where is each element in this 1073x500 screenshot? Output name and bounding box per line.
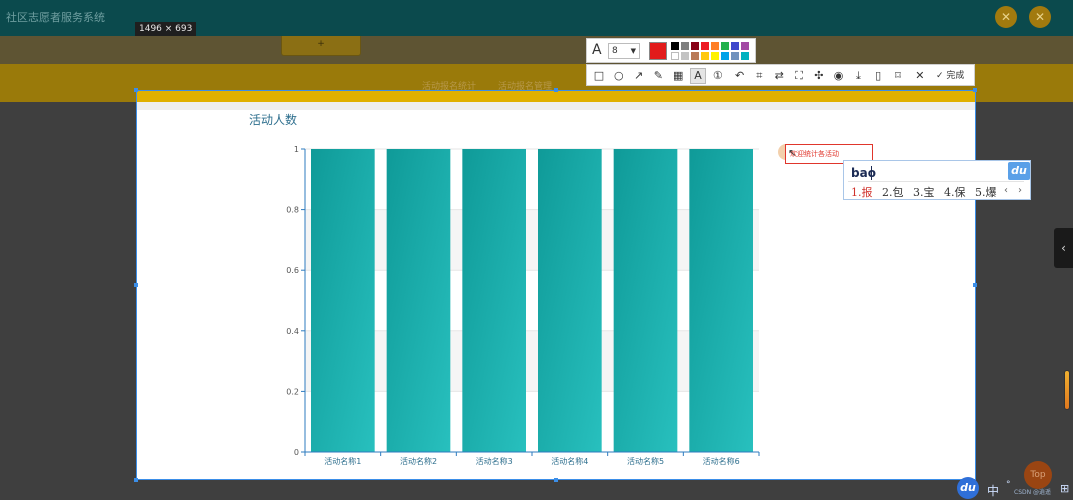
color-swatch[interactable] [741, 52, 749, 60]
y-tick-label: 0.4 [286, 327, 299, 336]
ime-punctuation-icon[interactable]: ° [1006, 480, 1011, 490]
resize-handle-mr[interactable] [973, 283, 977, 287]
ime-candidate-window: bao du 1.报 2.包 3.宝 4.保 5.爆 ‹ › [843, 160, 1031, 200]
add-button[interactable]: + [281, 36, 361, 56]
scroll-indicator[interactable] [1064, 370, 1070, 410]
bar-3 [462, 149, 526, 452]
ime-language-indicator[interactable]: 中 [987, 482, 999, 499]
color-swatch[interactable] [691, 42, 699, 50]
bar-4 [538, 149, 602, 452]
download-icon[interactable]: ⤓ [850, 68, 866, 84]
chevron-down-icon: ▼ [630, 47, 636, 55]
bar-6 [689, 149, 753, 452]
ime-candidate-2[interactable]: 2.包 [882, 186, 904, 199]
x-tick-label: 活动名称6 [703, 456, 740, 466]
app-title: 社区志愿者服务系统 [6, 11, 105, 24]
color-swatch[interactable] [671, 42, 679, 50]
color-swatch[interactable] [741, 42, 749, 50]
color-swatch[interactable] [731, 52, 739, 60]
ime-candidate-5[interactable]: 5.爆 [975, 186, 997, 199]
ime-prev-page-icon[interactable]: ‹ [1004, 185, 1008, 196]
header-close-button-2[interactable]: ✕ [1029, 6, 1051, 28]
mouse-cursor-icon: ↖ [788, 148, 797, 159]
y-tick-label: 0.8 [286, 206, 299, 215]
bar-2 [386, 149, 451, 452]
color-swatch[interactable] [681, 42, 689, 50]
resize-handle-bm[interactable] [554, 478, 558, 482]
undo-icon[interactable]: ↶ [732, 68, 748, 84]
color-swatch[interactable] [701, 52, 709, 60]
pen-tool-icon[interactable]: ✎ [650, 68, 666, 84]
rectangle-tool-icon[interactable]: □ [591, 68, 607, 84]
color-swatch[interactable] [711, 52, 719, 60]
ime-candidate-3[interactable]: 3.宝 [913, 186, 935, 199]
record-icon[interactable]: ◉ [831, 68, 847, 84]
x-tick-label: 活动名称2 [400, 456, 437, 466]
done-button[interactable]: ✓ 完成 [936, 68, 964, 84]
translate-icon[interactable]: ⇄ [771, 68, 787, 84]
ocr-icon[interactable]: ⌗ [751, 68, 767, 84]
baidu-ime-tray-icon[interactable]: du [957, 477, 979, 499]
bookmark-icon[interactable]: ⌑ [890, 68, 906, 84]
x-tick-label: 活动名称5 [627, 456, 664, 466]
number-tool-icon[interactable]: ① [710, 68, 726, 84]
app-toolbar-band: + [0, 36, 1073, 64]
header-close-button-1[interactable]: ✕ [995, 6, 1017, 28]
ime-toolbox-icon[interactable]: ⊞ [1060, 482, 1069, 495]
done-label: 完成 [946, 71, 965, 81]
annotation-toolbar: ✕ ⌑ ▯ ⤓ ◉ ✣ ⛶ ⇄ ⌗ ↶ ① A ▦ ✎ ↗ ○ □ ✓ 完成 [586, 64, 975, 86]
font-size-select[interactable]: 8 ▼ [608, 43, 640, 59]
bar-5 [613, 149, 678, 452]
color-swatch[interactable] [691, 52, 699, 60]
ime-candidate-1[interactable]: 1.报 [851, 186, 873, 199]
ime-input-text: bao [851, 166, 876, 180]
scan-icon[interactable]: ⛶ [791, 68, 807, 84]
color-swatch[interactable] [701, 42, 709, 50]
resize-handle-tl[interactable] [134, 88, 138, 92]
ime-caret [871, 166, 872, 180]
ime-candidate-4[interactable]: 4.保 [944, 186, 966, 199]
text-tool-icon[interactable]: A [690, 68, 706, 84]
font-icon: A [592, 42, 602, 58]
mosaic-tool-icon[interactable]: ▦ [670, 68, 686, 84]
color-swatch[interactable] [671, 52, 679, 60]
y-tick-label: 0.2 [286, 387, 299, 396]
y-tick-label: 0 [294, 448, 299, 457]
ime-candidate-list: 1.报 2.包 3.宝 4.保 5.爆 [851, 184, 1003, 200]
ellipse-tool-icon[interactable]: ○ [611, 68, 627, 84]
close-icon[interactable]: ✕ [912, 68, 928, 84]
side-collapse-button[interactable]: ‹ [1054, 228, 1073, 268]
current-color-swatch[interactable] [649, 42, 667, 60]
bar-1 [311, 149, 375, 452]
x-tick-label: 活动名称4 [551, 456, 588, 466]
annotation-text: 欢迎统计各活动 [790, 150, 839, 158]
pin-icon[interactable]: ✣ [811, 68, 827, 84]
phone-icon[interactable]: ▯ [870, 68, 886, 84]
color-swatch[interactable] [721, 52, 729, 60]
y-tick-label: 1 [294, 145, 299, 154]
text-style-toolbar: A 8 ▼ [586, 38, 756, 63]
resize-handle-tr[interactable] [973, 88, 977, 92]
watermark-text: CSDN @逍遥 [1014, 489, 1052, 496]
y-tick-label: 0.6 [286, 266, 299, 275]
font-size-value: 8 [612, 46, 618, 56]
ime-separator [848, 181, 1024, 182]
resize-handle-bl[interactable] [134, 478, 138, 482]
x-tick-label: 活动名称1 [324, 456, 361, 466]
resize-handle-ml[interactable] [134, 283, 138, 287]
color-swatch[interactable] [731, 42, 739, 50]
resize-handle-tm[interactable] [554, 88, 558, 92]
color-swatch[interactable] [711, 42, 719, 50]
color-swatch[interactable] [681, 52, 689, 60]
back-to-top-button[interactable]: Top [1024, 461, 1052, 489]
arrow-tool-icon[interactable]: ↗ [631, 68, 647, 84]
color-swatch[interactable] [721, 42, 729, 50]
x-tick-label: 活动名称3 [476, 456, 513, 466]
ime-next-page-icon[interactable]: › [1018, 185, 1022, 196]
baidu-ime-logo-icon: du [1008, 162, 1030, 180]
selection-dimension-label: 1496 × 693 [135, 22, 197, 36]
